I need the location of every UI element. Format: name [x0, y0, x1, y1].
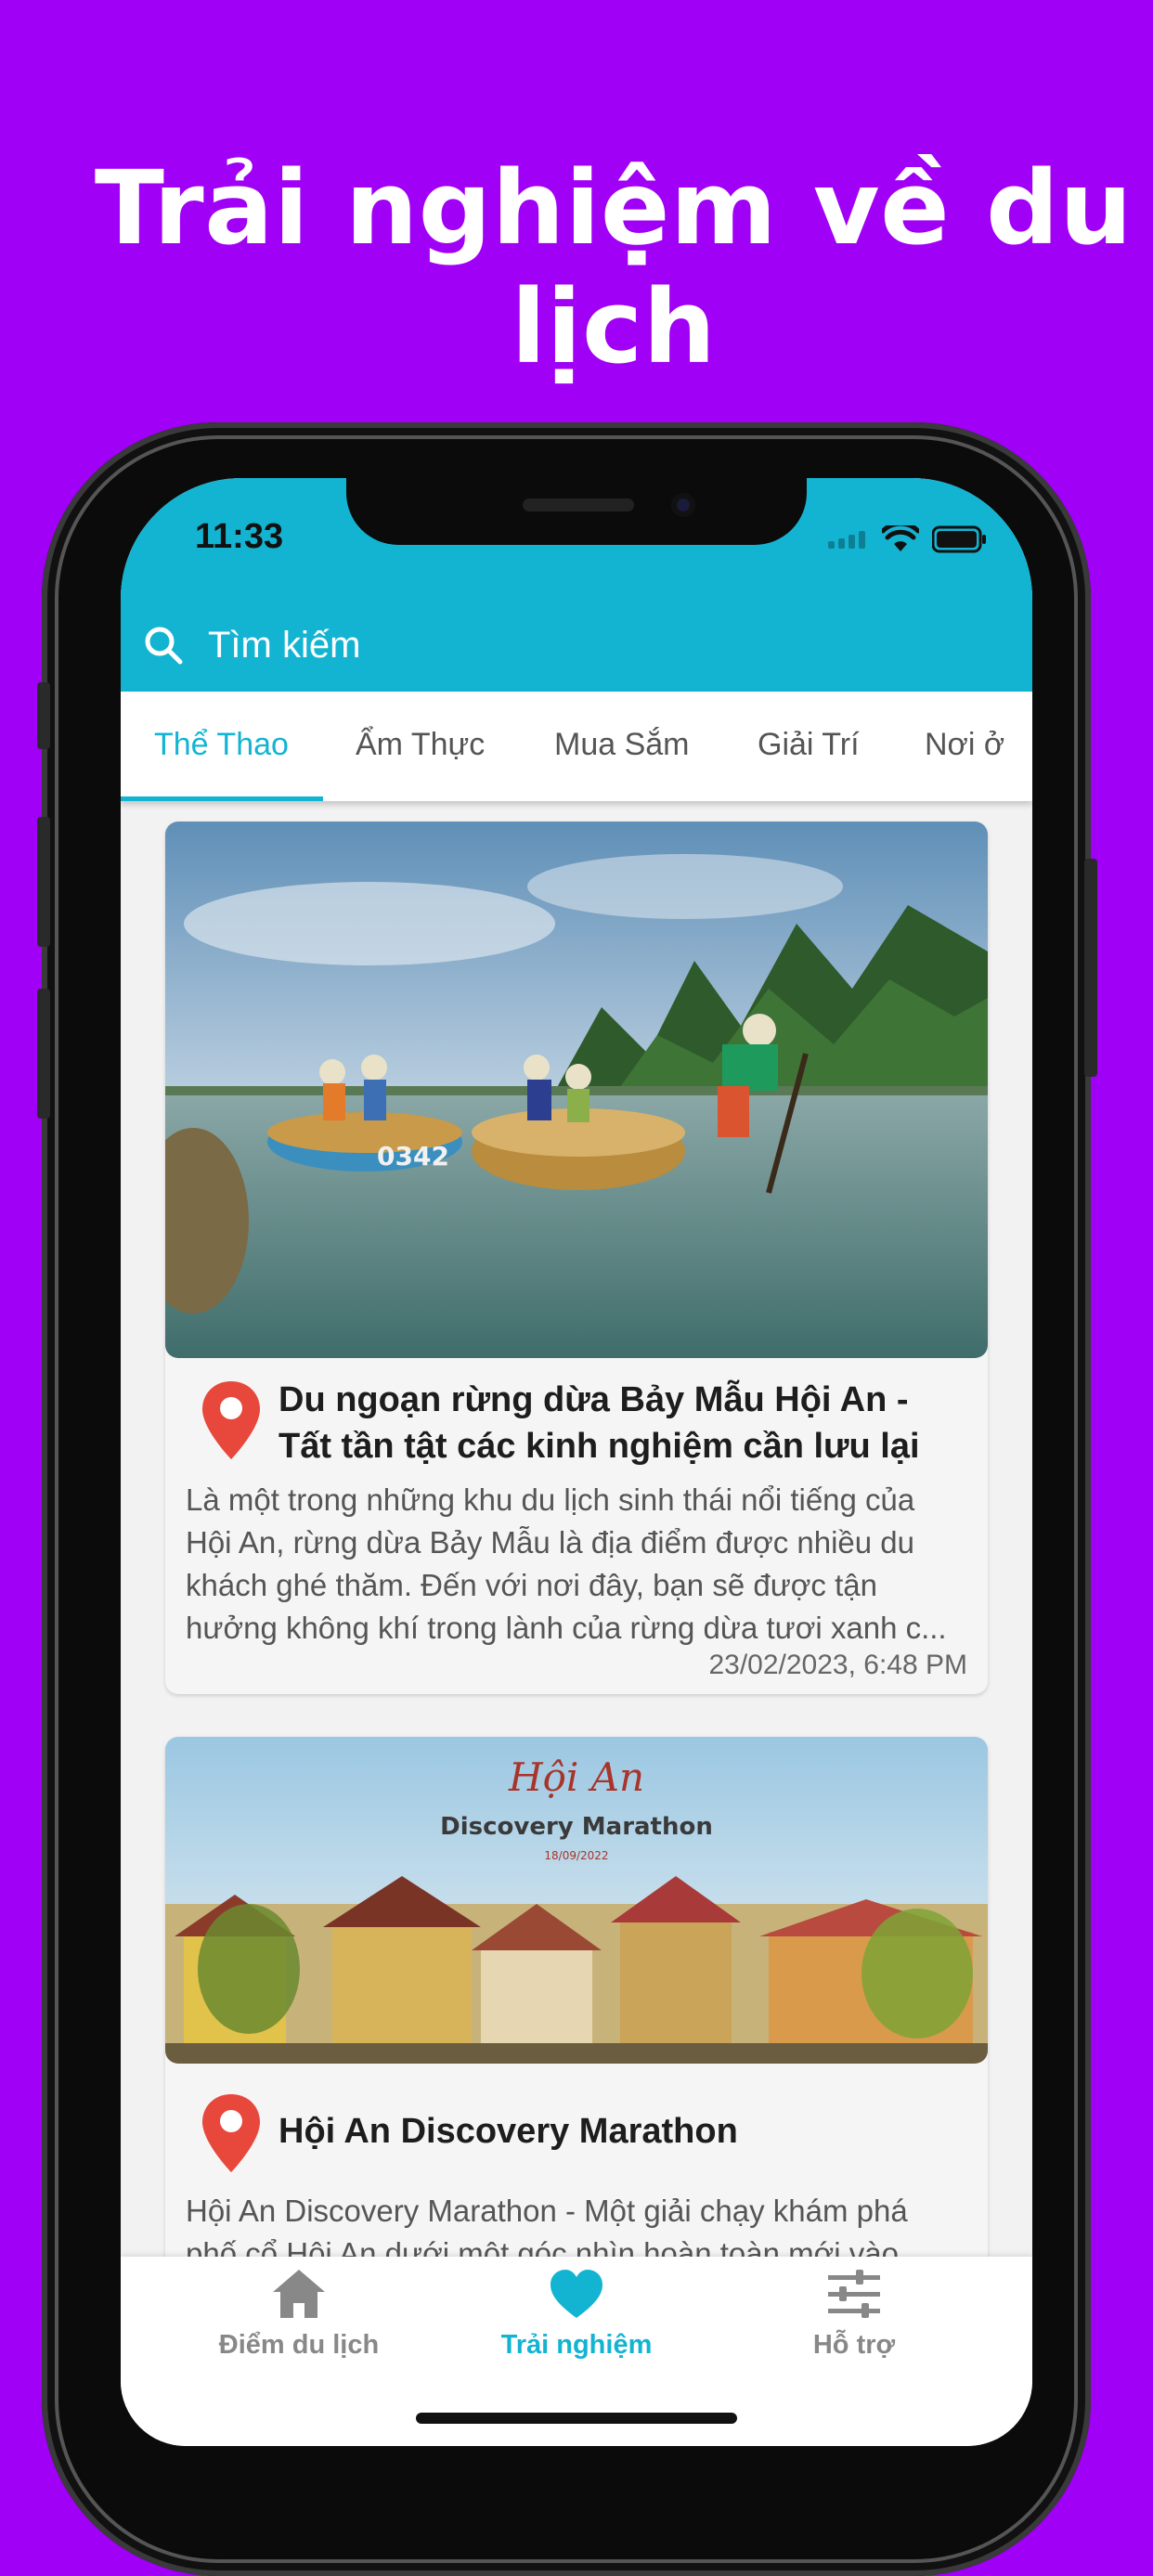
nav-trai-nghiem[interactable]: Trải nghiệm — [437, 2266, 716, 2361]
nav-label: Điểm du lịch — [218, 2330, 380, 2360]
nav-label: Trải nghiệm — [500, 2330, 653, 2360]
svg-text:0342: 0342 — [377, 1141, 449, 1171]
status-icons — [828, 521, 988, 558]
post-description: Hội An Discovery Marathon - Một giải chạ… — [186, 2194, 908, 2257]
post-title[interactable]: Du ngoạn rừng dừa Bảy Mẫu Hội An - Tất t… — [279, 1377, 965, 1469]
nav-diem-du-lich[interactable]: Điểm du lịch — [160, 2266, 438, 2361]
post-card[interactable]: Hội An Discovery Marathon 18/09/2022 Hội… — [165, 1737, 988, 2257]
notch — [346, 478, 807, 545]
phone-mute-switch — [37, 682, 50, 749]
post-title[interactable]: Hội An Discovery Marathon — [279, 2108, 965, 2155]
phone-volume-up — [37, 817, 50, 947]
hoi-an-photo: Hội An Discovery Marathon 18/09/2022 — [165, 1737, 988, 2064]
tab-noi-o[interactable]: Nơi ở — [925, 727, 1004, 763]
phone-screen: 11:33 Tìm kiếm Thể Thao Ẩm Thực Mua Sắm … — [121, 478, 1032, 2446]
location-pin-icon — [202, 1381, 260, 1459]
basket-boats-photo: 0342 — [165, 822, 988, 1358]
home-indicator[interactable] — [416, 2413, 737, 2424]
location-pin-icon — [202, 2094, 260, 2172]
event-logo-subtitle: Discovery Marathon — [440, 1813, 713, 1841]
tab-the-thao[interactable]: Thể Thao — [154, 727, 289, 763]
nav-ho-tro[interactable]: Hỗ trợ — [715, 2266, 993, 2361]
event-logo-text: Hội An — [508, 1754, 644, 1800]
search-icon — [145, 627, 183, 665]
active-tab-indicator — [121, 796, 323, 801]
app-header: 11:33 Tìm kiếm — [121, 478, 1032, 692]
speaker-grille — [523, 498, 634, 511]
post-feed[interactable]: 0342 Du ngoạn rừng dừa Bảy Mẫu Hội An - … — [121, 801, 1032, 2257]
search-bar[interactable]: Tìm kiếm — [121, 599, 1032, 692]
home-icon — [273, 2270, 325, 2318]
post-date: 23/02/2023, 6:48 PM — [708, 1650, 967, 1680]
post-description: Là một trong những khu du lịch sinh thái… — [186, 1482, 947, 1645]
banner-headline: Trải nghiệm về du lịch — [94, 149, 1134, 386]
tab-am-thuc[interactable]: Ẩm Thực — [356, 727, 485, 763]
nav-label: Hỗ trợ — [812, 2330, 896, 2360]
bottom-navigation: Điểm du lịch Trải nghiệm Hỗ trợ — [121, 2257, 1032, 2446]
wifi-icon — [882, 525, 919, 551]
heart-icon — [551, 2270, 602, 2318]
search-placeholder: Tìm kiếm — [208, 624, 361, 666]
post-card[interactable]: 0342 Du ngoạn rừng dừa Bảy Mẫu Hội An - … — [165, 822, 988, 1694]
signal-icon — [828, 531, 865, 549]
status-time: 11:33 — [195, 517, 284, 556]
sliders-icon — [828, 2270, 880, 2318]
event-logo-date: 18/09/2022 — [544, 1849, 608, 1862]
battery-icon — [932, 525, 986, 553]
post-image-basket-boats[interactable]: 0342 — [165, 822, 988, 1358]
tab-giai-tri[interactable]: Giải Trí — [758, 727, 860, 763]
phone-volume-down — [37, 989, 50, 1119]
category-tabs: Thể Thao Ẩm Thực Mua Sắm Giải Trí Nơi ở — [121, 692, 1032, 801]
post-image-hoi-an[interactable]: Hội An Discovery Marathon 18/09/2022 — [165, 1737, 988, 2064]
tab-mua-sam[interactable]: Mua Sắm — [554, 727, 690, 763]
front-camera — [671, 493, 695, 517]
phone-power-button — [1084, 859, 1097, 1077]
